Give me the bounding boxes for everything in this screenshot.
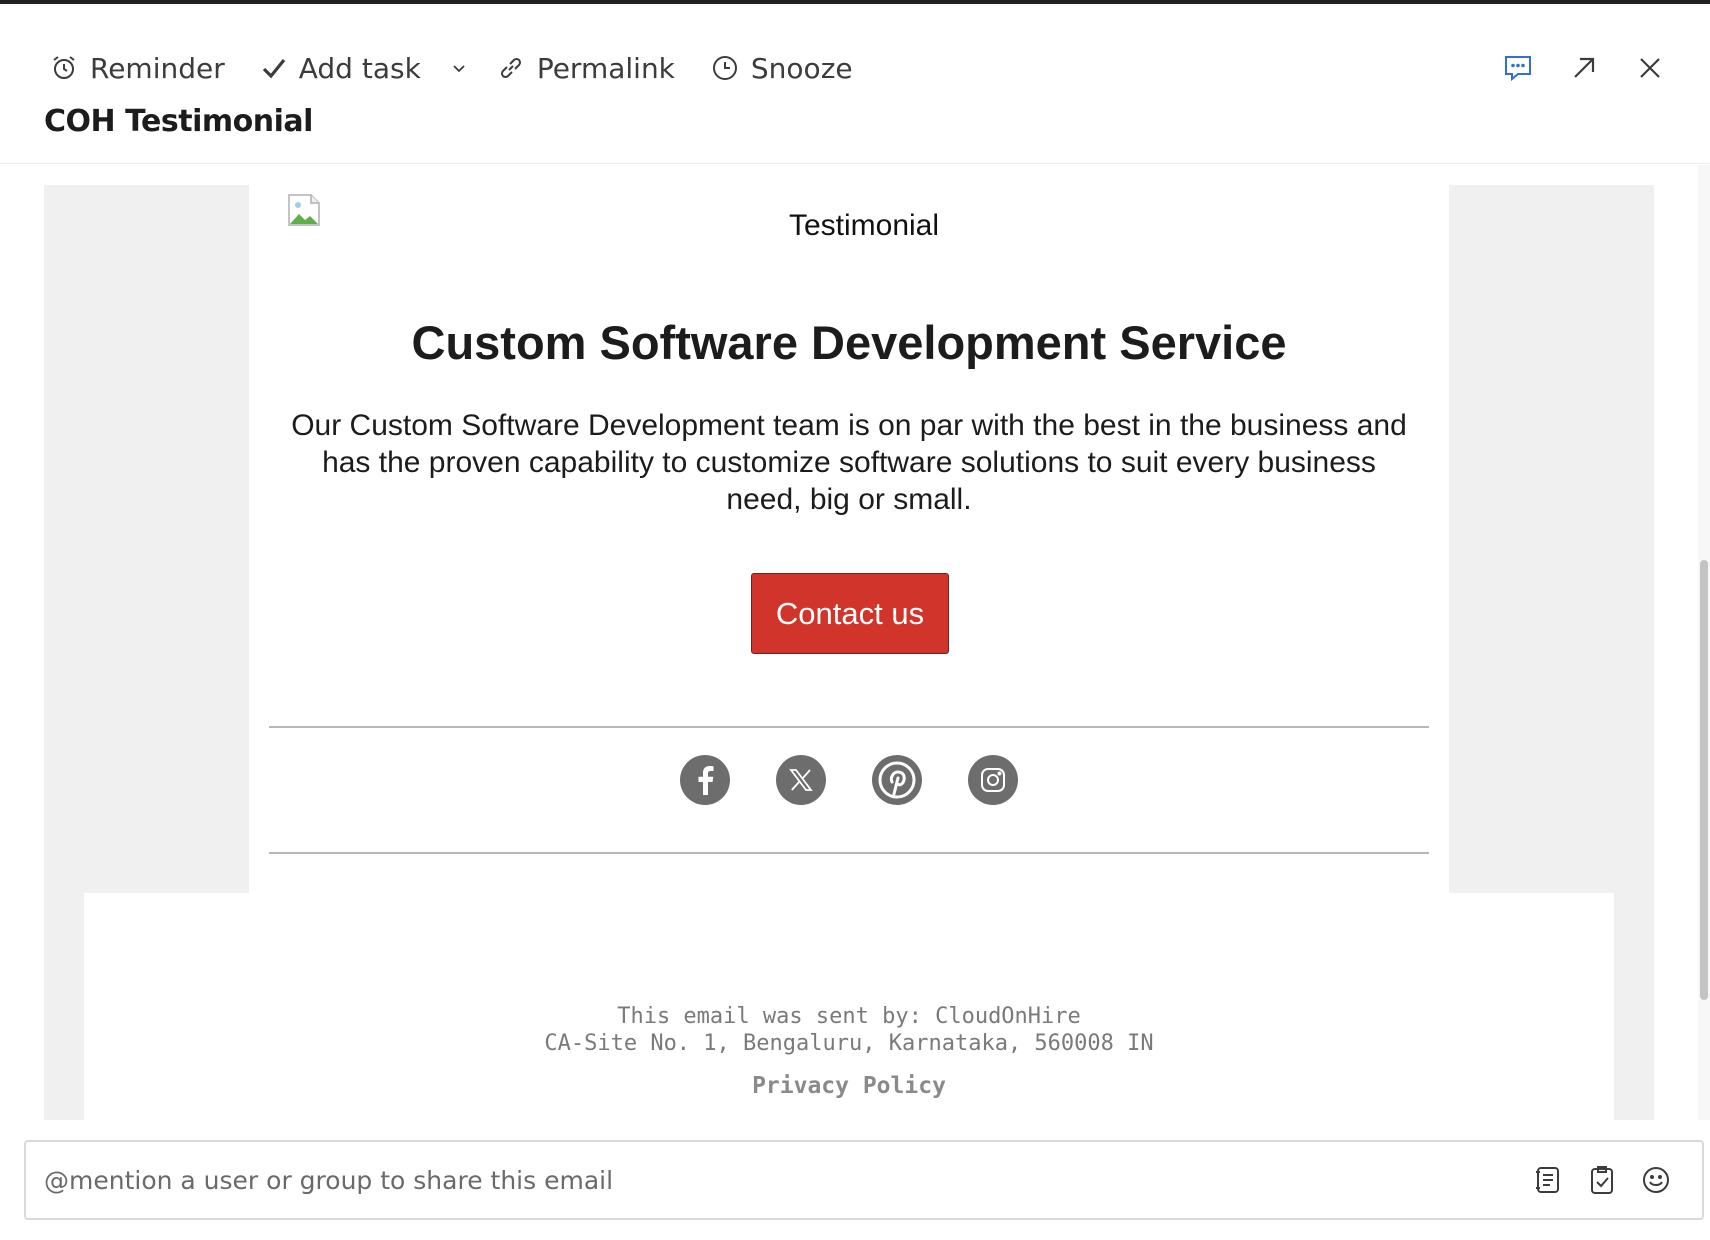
divider-top	[269, 726, 1429, 728]
contact-us-button[interactable]: Contact us	[751, 573, 949, 654]
notes-button[interactable]	[1528, 1160, 1568, 1200]
composer-actions	[1514, 1160, 1676, 1200]
scrollbar-thumb[interactable]	[1700, 560, 1708, 1000]
clipboard-check-icon	[1591, 1166, 1613, 1194]
emoji-button[interactable]	[1636, 1160, 1676, 1200]
facebook-link[interactable]	[680, 755, 730, 805]
permalink-label: Permalink	[536, 51, 675, 85]
instagram-icon	[981, 768, 1005, 792]
share-composer	[24, 1140, 1704, 1220]
email-headline: Custom Software Development Service	[411, 316, 1287, 369]
add-task-label: Add task	[298, 51, 421, 85]
snooze-button[interactable]: Snooze	[711, 52, 853, 85]
divider-bottom	[269, 852, 1429, 854]
email-subject: COH Testimonial	[44, 104, 313, 139]
expand-arrow-icon	[1574, 57, 1595, 78]
clock-icon	[712, 56, 737, 80]
notes-icon	[1536, 1167, 1559, 1193]
facebook-icon	[698, 766, 714, 795]
expand-button[interactable]	[1564, 48, 1604, 88]
social-links	[249, 755, 1449, 805]
viewer-scrollbar[interactable]	[1698, 165, 1710, 1120]
task-button[interactable]	[1582, 1160, 1622, 1200]
chevron-down-icon	[453, 65, 465, 73]
header-image-alt-text: Testimonial	[788, 209, 940, 242]
email-footer: This email was sent by: CloudOnHire CA-S…	[84, 893, 1614, 1120]
comment-button[interactable]	[1498, 48, 1538, 88]
snooze-label: Snooze	[750, 51, 853, 85]
footer-sent-by: This email was sent by: CloudOnHire	[617, 1004, 1081, 1029]
add-task-button[interactable]: Add task	[261, 52, 421, 85]
close-icon	[1640, 58, 1660, 78]
add-task-dropdown[interactable]	[451, 60, 467, 76]
close-button[interactable]	[1630, 48, 1670, 88]
window-controls	[1472, 48, 1670, 88]
alarm-clock-icon	[53, 56, 75, 79]
email-content-card: Testimonial Custom Software Development …	[249, 185, 1449, 895]
footer-address: CA-Site No. 1, Bengaluru, Karnataka, 560…	[544, 1031, 1154, 1056]
x-twitter-link[interactable]	[776, 755, 826, 805]
email-viewer[interactable]: Testimonial Custom Software Development …	[0, 165, 1698, 1120]
pinterest-icon	[878, 761, 916, 799]
mention-input[interactable]	[44, 1142, 1424, 1218]
smiley-icon	[1643, 1167, 1669, 1193]
pinterest-link[interactable]	[872, 755, 922, 805]
email-header: Reminder Add task Permalink Snooze COH T…	[0, 4, 1710, 164]
reminder-button[interactable]: Reminder	[50, 52, 225, 85]
comment-icon	[1505, 56, 1531, 82]
reminder-label: Reminder	[90, 51, 225, 85]
instagram-link[interactable]	[968, 755, 1018, 805]
x-twitter-icon	[789, 769, 813, 791]
checkmark-icon	[262, 58, 285, 79]
privacy-policy-link[interactable]: Privacy Policy	[84, 1073, 1614, 1099]
link-icon	[500, 57, 521, 79]
email-body-text: Our Custom Software Development team is …	[291, 409, 1407, 516]
permalink-button[interactable]: Permalink	[497, 52, 675, 85]
email-toolbar: Reminder Add task Permalink Snooze	[50, 44, 889, 92]
